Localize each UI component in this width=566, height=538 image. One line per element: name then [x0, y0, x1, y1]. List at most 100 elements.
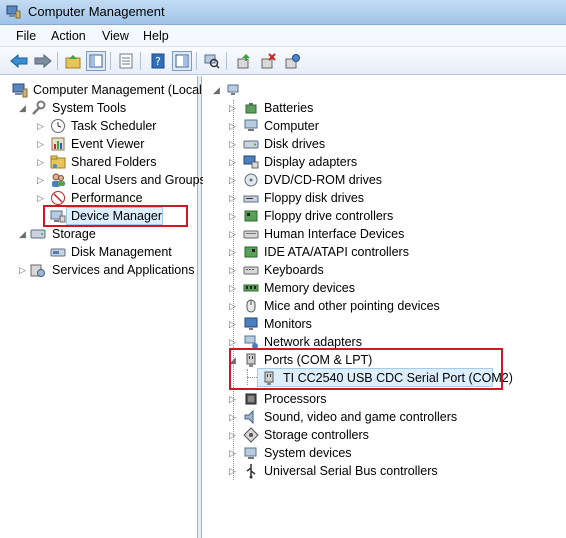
- expand-arrow-icon[interactable]: ▷: [229, 301, 237, 311]
- human-interface-devices-icon: [243, 230, 259, 239]
- collapse-arrow-icon[interactable]: ◢: [19, 229, 27, 239]
- tree-item-system-tools[interactable]: ◢ System Tools: [0, 99, 198, 117]
- device-category-keyboards[interactable]: ▷ Keyboards: [203, 261, 563, 279]
- expand-arrow-icon[interactable]: ▷: [229, 412, 237, 422]
- toolbar: ?: [0, 47, 566, 75]
- services-icon: [30, 264, 45, 277]
- expand-arrow-icon[interactable]: ▷: [229, 283, 237, 293]
- expand-arrow-icon[interactable]: ▷: [229, 193, 237, 203]
- enable-device-icon[interactable]: [282, 51, 302, 71]
- device-category-dvd-cd-rom-drives[interactable]: ▷ DVD/CD-ROM drives: [203, 171, 563, 189]
- device-category-floppy-disk-drives[interactable]: ▷ Floppy disk drives: [203, 189, 563, 207]
- expand-arrow-icon[interactable]: ▷: [229, 247, 237, 257]
- expand-arrow-icon[interactable]: ▷: [229, 265, 237, 275]
- tree-item-computer-management[interactable]: Computer Management (Local: [0, 81, 202, 99]
- device-category-human-interface-devices[interactable]: ▷ Human Interface Devices: [203, 225, 563, 243]
- display-adapters-icon: [243, 155, 259, 169]
- expand-arrow-icon[interactable]: ▷: [37, 193, 45, 203]
- show-hide-action-pane-icon[interactable]: [172, 51, 192, 71]
- expand-arrow-icon[interactable]: ▷: [229, 139, 237, 149]
- computer-management-icon: [12, 83, 28, 98]
- device-category-mice-and-other-pointing-devices[interactable]: ▷ Mice and other pointing devices: [203, 297, 563, 315]
- tree-item-event-viewer[interactable]: ▷ Event Viewer: [0, 135, 198, 153]
- expand-arrow-icon[interactable]: ▷: [229, 319, 237, 329]
- computer-icon: [244, 119, 258, 131]
- expand-arrow-icon[interactable]: ▷: [229, 448, 237, 458]
- menu-file[interactable]: File: [16, 29, 36, 43]
- device-category-monitors[interactable]: ▷ Monitors: [203, 315, 563, 333]
- menu-help[interactable]: Help: [143, 29, 169, 43]
- device-category-system-devices[interactable]: ▷ System devices: [203, 444, 563, 462]
- title-bar: Computer Management: [0, 0, 566, 25]
- monitors-icon: [244, 317, 258, 330]
- sound-video-and-game-controllers-icon: [244, 409, 254, 425]
- clock-icon: [51, 119, 65, 133]
- expand-arrow-icon[interactable]: ▷: [229, 121, 237, 131]
- toolbar-separator: [196, 52, 197, 70]
- device-tree-root[interactable]: ◢: [203, 81, 563, 99]
- expand-arrow-icon[interactable]: ▷: [229, 229, 237, 239]
- device-category-universal-serial-bus-controllers[interactable]: ▷ Universal Serial Bus controllers: [203, 462, 563, 480]
- device-category-ide-ata-atapi-controllers[interactable]: ▷ IDE ATA/ATAPI controllers: [203, 243, 563, 261]
- device-category-display-adapters[interactable]: ▷ Display adapters: [203, 153, 563, 171]
- scan-hardware-icon[interactable]: [202, 51, 222, 71]
- device-category-floppy-drive-controllers[interactable]: ▷ Floppy drive controllers: [203, 207, 563, 225]
- expand-arrow-icon[interactable]: ▷: [229, 175, 237, 185]
- menu-action[interactable]: Action: [51, 29, 86, 43]
- device-category-computer[interactable]: ▷ Computer: [203, 117, 563, 135]
- expand-arrow-icon[interactable]: ▷: [229, 157, 237, 167]
- tree-item-task-scheduler[interactable]: ▷ Task Scheduler: [0, 117, 198, 135]
- tree-item-storage[interactable]: ◢ Storage: [0, 225, 198, 243]
- forward-icon[interactable]: [33, 51, 53, 71]
- properties-icon[interactable]: [116, 51, 136, 71]
- expand-arrow-icon[interactable]: ▷: [37, 175, 45, 185]
- expand-arrow-icon[interactable]: ▷: [229, 466, 237, 476]
- device-category-processors[interactable]: ▷ Processors: [203, 390, 563, 408]
- expand-arrow-icon[interactable]: ▷: [19, 265, 27, 275]
- expand-arrow-icon[interactable]: ▷: [37, 157, 45, 167]
- expand-arrow-icon[interactable]: ▷: [37, 139, 45, 149]
- disk-drives-icon: [243, 140, 259, 149]
- highlight-box-ports: [229, 348, 503, 390]
- toolbar-separator: [110, 52, 111, 70]
- storage-controllers-icon: [243, 427, 259, 443]
- back-icon[interactable]: [9, 51, 29, 71]
- collapse-arrow-icon[interactable]: ◢: [213, 85, 221, 95]
- dvd-cd-rom-drives-icon: [244, 173, 258, 187]
- storage-icon: [30, 229, 46, 239]
- system-tools-icon: [32, 100, 46, 115]
- computer-management-icon: [6, 5, 21, 19]
- device-category-batteries[interactable]: ▷ Batteries: [203, 99, 563, 117]
- tree-item-disk-management[interactable]: Disk Management: [0, 243, 198, 261]
- floppy-disk-drives-icon: [243, 195, 259, 203]
- menu-bar: File Action View Help: [0, 25, 566, 47]
- device-category-memory-devices[interactable]: ▷ Memory devices: [203, 279, 563, 297]
- menu-view[interactable]: View: [102, 29, 129, 43]
- expand-arrow-icon[interactable]: ▷: [229, 103, 237, 113]
- device-category-sound-video-and-game-controllers[interactable]: ▷ Sound, video and game controllers: [203, 408, 563, 426]
- tree-item-local-users-groups[interactable]: ▷ Local Users and Groups: [0, 171, 206, 189]
- collapse-arrow-icon[interactable]: ◢: [19, 103, 27, 113]
- expand-arrow-icon[interactable]: ▷: [229, 211, 237, 221]
- expand-arrow-icon[interactable]: ▷: [37, 121, 45, 131]
- update-driver-icon[interactable]: [234, 51, 254, 71]
- performance-icon: [51, 191, 65, 205]
- tree-item-services-applications[interactable]: ▷ Services and Applications: [0, 261, 198, 279]
- shared-folder-icon: [50, 155, 66, 169]
- uninstall-device-icon[interactable]: [258, 51, 278, 71]
- help-icon[interactable]: ?: [148, 51, 168, 71]
- device-category-storage-controllers[interactable]: ▷ Storage controllers: [203, 426, 563, 444]
- system-devices-icon: [244, 447, 257, 459]
- expand-arrow-icon[interactable]: ▷: [229, 337, 237, 347]
- users-icon: [52, 173, 65, 187]
- up-folder-icon[interactable]: [63, 51, 83, 71]
- expand-arrow-icon[interactable]: ▷: [229, 394, 237, 404]
- pane-splitter[interactable]: [198, 76, 202, 538]
- show-hide-tree-icon[interactable]: [86, 51, 106, 71]
- svg-text:?: ?: [155, 55, 161, 68]
- tree-item-shared-folders[interactable]: ▷ Shared Folders: [0, 153, 198, 171]
- device-category-disk-drives[interactable]: ▷ Disk drives: [203, 135, 563, 153]
- computer-icon: [227, 84, 239, 95]
- event-viewer-icon: [51, 137, 65, 151]
- expand-arrow-icon[interactable]: ▷: [229, 430, 237, 440]
